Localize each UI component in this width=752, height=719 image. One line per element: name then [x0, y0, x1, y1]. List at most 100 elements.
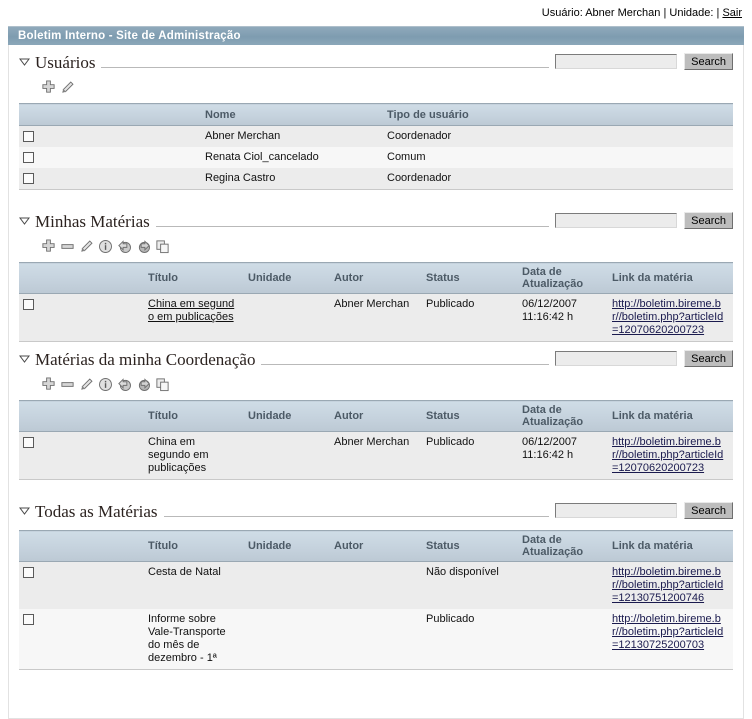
- usuarios-col-nome[interactable]: Nome: [201, 103, 383, 126]
- chevron-down-icon[interactable]: [19, 505, 30, 516]
- col-autor[interactable]: Autor: [330, 400, 422, 432]
- add-icon[interactable]: [41, 376, 56, 392]
- materia-url-link[interactable]: http://boletim.bireme.br//boletim.php?ar…: [612, 566, 729, 605]
- row-checkbox[interactable]: [23, 437, 34, 448]
- chevron-down-icon[interactable]: [19, 353, 30, 364]
- section-rule: [261, 363, 550, 365]
- add-icon[interactable]: [41, 238, 56, 254]
- col-data-atualizacao[interactable]: Data de Atualização: [518, 400, 608, 432]
- cell-titulo: Informe sobre Vale-Transporte do mês de …: [144, 609, 244, 670]
- edit-pencil-icon[interactable]: [79, 239, 94, 254]
- table-row[interactable]: China em segundo em publicações Abner Me…: [19, 431, 733, 480]
- section-coordenacao: Matérias da minha Coordenação Search Tít…: [9, 342, 743, 494]
- cell-tipo: Coordenador: [383, 168, 733, 190]
- col-link[interactable]: Link da matéria: [608, 262, 733, 294]
- table-row[interactable]: Regina Castro Coordenador: [19, 168, 733, 190]
- unpublish-down-icon[interactable]: [136, 239, 151, 254]
- edit-pencil-icon[interactable]: [79, 377, 94, 392]
- col-unidade[interactable]: Unidade: [244, 262, 330, 294]
- row-select-cell: [19, 431, 144, 480]
- section-usuarios-header: Usuários Search: [19, 45, 733, 71]
- table-row[interactable]: Informe sobre Vale-Transporte do mês de …: [19, 609, 733, 670]
- logout-link[interactable]: Sair: [722, 7, 742, 19]
- coordenacao-body: China em segundo em publicações Abner Me…: [19, 431, 733, 480]
- copy-icon[interactable]: [155, 377, 170, 392]
- col-status[interactable]: Status: [422, 262, 518, 294]
- col-link[interactable]: Link da matéria: [608, 530, 733, 562]
- publish-up-icon[interactable]: [117, 377, 132, 392]
- copy-icon[interactable]: [155, 239, 170, 254]
- col-titulo[interactable]: Título: [144, 262, 244, 294]
- col-titulo[interactable]: Título: [144, 400, 244, 432]
- usuarios-table: Nome Tipo de usuário Abner Merchan Coord…: [19, 103, 733, 190]
- row-checkbox[interactable]: [23, 173, 34, 184]
- usuarios-search-button[interactable]: Search: [684, 53, 733, 70]
- section-coordenacao-title: Matérias da minha Coordenação: [35, 350, 256, 369]
- col-autor[interactable]: Autor: [330, 530, 422, 562]
- unpublish-down-icon[interactable]: [136, 377, 151, 392]
- remove-icon[interactable]: [60, 239, 75, 254]
- minhas-materias-search-input[interactable]: [555, 213, 678, 228]
- usuarios-col-tipo[interactable]: Tipo de usuário: [383, 103, 733, 126]
- cell-titulo: China em segundo em publicações: [144, 431, 244, 480]
- cell-link: http://boletim.bireme.br//boletim.php?ar…: [608, 431, 733, 480]
- section-minhas-materias: Minhas Matérias Search Título Unidade Au…: [9, 204, 743, 342]
- table-row[interactable]: China em segundo em publicações Abner Me…: [19, 293, 733, 342]
- minhas-materias-search-button[interactable]: Search: [684, 212, 733, 229]
- col-unidade[interactable]: Unidade: [244, 530, 330, 562]
- col-data-line1: Data de: [522, 404, 562, 416]
- table-row[interactable]: Cesta de Natal Não disponível http://bol…: [19, 561, 733, 609]
- publish-up-icon[interactable]: [117, 239, 132, 254]
- col-data-atualizacao[interactable]: Data de Atualização: [518, 262, 608, 294]
- cell-tipo: Coordenador: [383, 125, 733, 147]
- info-icon[interactable]: [98, 377, 113, 392]
- select-col-header: [19, 400, 144, 432]
- remove-icon[interactable]: [60, 377, 75, 392]
- todas-materias-search-input[interactable]: [555, 503, 678, 518]
- coordenacao-toolbar: [19, 368, 733, 398]
- add-icon[interactable]: [41, 79, 56, 95]
- coordenacao-table: Título Unidade Autor Status Data de Atua…: [19, 400, 733, 480]
- col-autor[interactable]: Autor: [330, 262, 422, 294]
- row-select-cell: [19, 293, 144, 342]
- row-checkbox[interactable]: [23, 299, 34, 310]
- row-checkbox[interactable]: [23, 614, 34, 625]
- coordenacao-search-input[interactable]: [555, 351, 678, 366]
- usuarios-search-group: Search: [549, 53, 733, 70]
- chevron-down-icon[interactable]: [19, 56, 30, 67]
- edit-pencil-icon[interactable]: [60, 80, 75, 95]
- usuarios-search-input[interactable]: [555, 54, 678, 69]
- materia-url-link[interactable]: http://boletim.bireme.br//boletim.php?ar…: [612, 613, 729, 652]
- col-unidade[interactable]: Unidade: [244, 400, 330, 432]
- row-checkbox[interactable]: [23, 152, 34, 163]
- table-row[interactable]: Abner Merchan Coordenador: [19, 125, 733, 147]
- materia-url-link[interactable]: http://boletim.bireme.br//boletim.php?ar…: [612, 436, 729, 475]
- materia-url-link[interactable]: http://boletim.bireme.br//boletim.php?ar…: [612, 298, 729, 337]
- todas-materias-search-button[interactable]: Search: [684, 502, 733, 519]
- col-status[interactable]: Status: [422, 530, 518, 562]
- row-checkbox[interactable]: [23, 567, 34, 578]
- section-todas-materias-title: Todas as Matérias: [35, 502, 158, 521]
- col-titulo[interactable]: Título: [144, 530, 244, 562]
- todas-materias-search-group: Search: [549, 502, 733, 519]
- cell-unidade: [244, 561, 330, 609]
- section-minhas-materias-title: Minhas Matérias: [35, 212, 150, 231]
- app-title-bar: Boletim Interno - Site de Administração: [8, 26, 744, 45]
- section-coordenacao-header: Matérias da minha Coordenação Search: [19, 342, 733, 368]
- separator-1: |: [660, 7, 670, 19]
- cell-autor: Abner Merchan: [330, 293, 422, 342]
- chevron-down-icon[interactable]: [19, 215, 30, 226]
- col-link[interactable]: Link da matéria: [608, 400, 733, 432]
- col-data-atualizacao[interactable]: Data de Atualização: [518, 530, 608, 562]
- materia-title-link[interactable]: China em segundo em publicações: [148, 298, 234, 323]
- cell-data: [518, 561, 608, 609]
- top-user-bar: Usuário: Abner Merchan | Unidade: | Sair: [0, 0, 752, 26]
- page-content: Usuários Search Nome Tipo de usuário Abn…: [8, 45, 744, 719]
- cell-unidade: [244, 431, 330, 480]
- table-row[interactable]: Renata Ciol_cancelado Comum: [19, 147, 733, 168]
- row-checkbox[interactable]: [23, 131, 34, 142]
- coordenacao-search-button[interactable]: Search: [684, 350, 733, 367]
- info-icon[interactable]: [98, 239, 113, 254]
- col-status[interactable]: Status: [422, 400, 518, 432]
